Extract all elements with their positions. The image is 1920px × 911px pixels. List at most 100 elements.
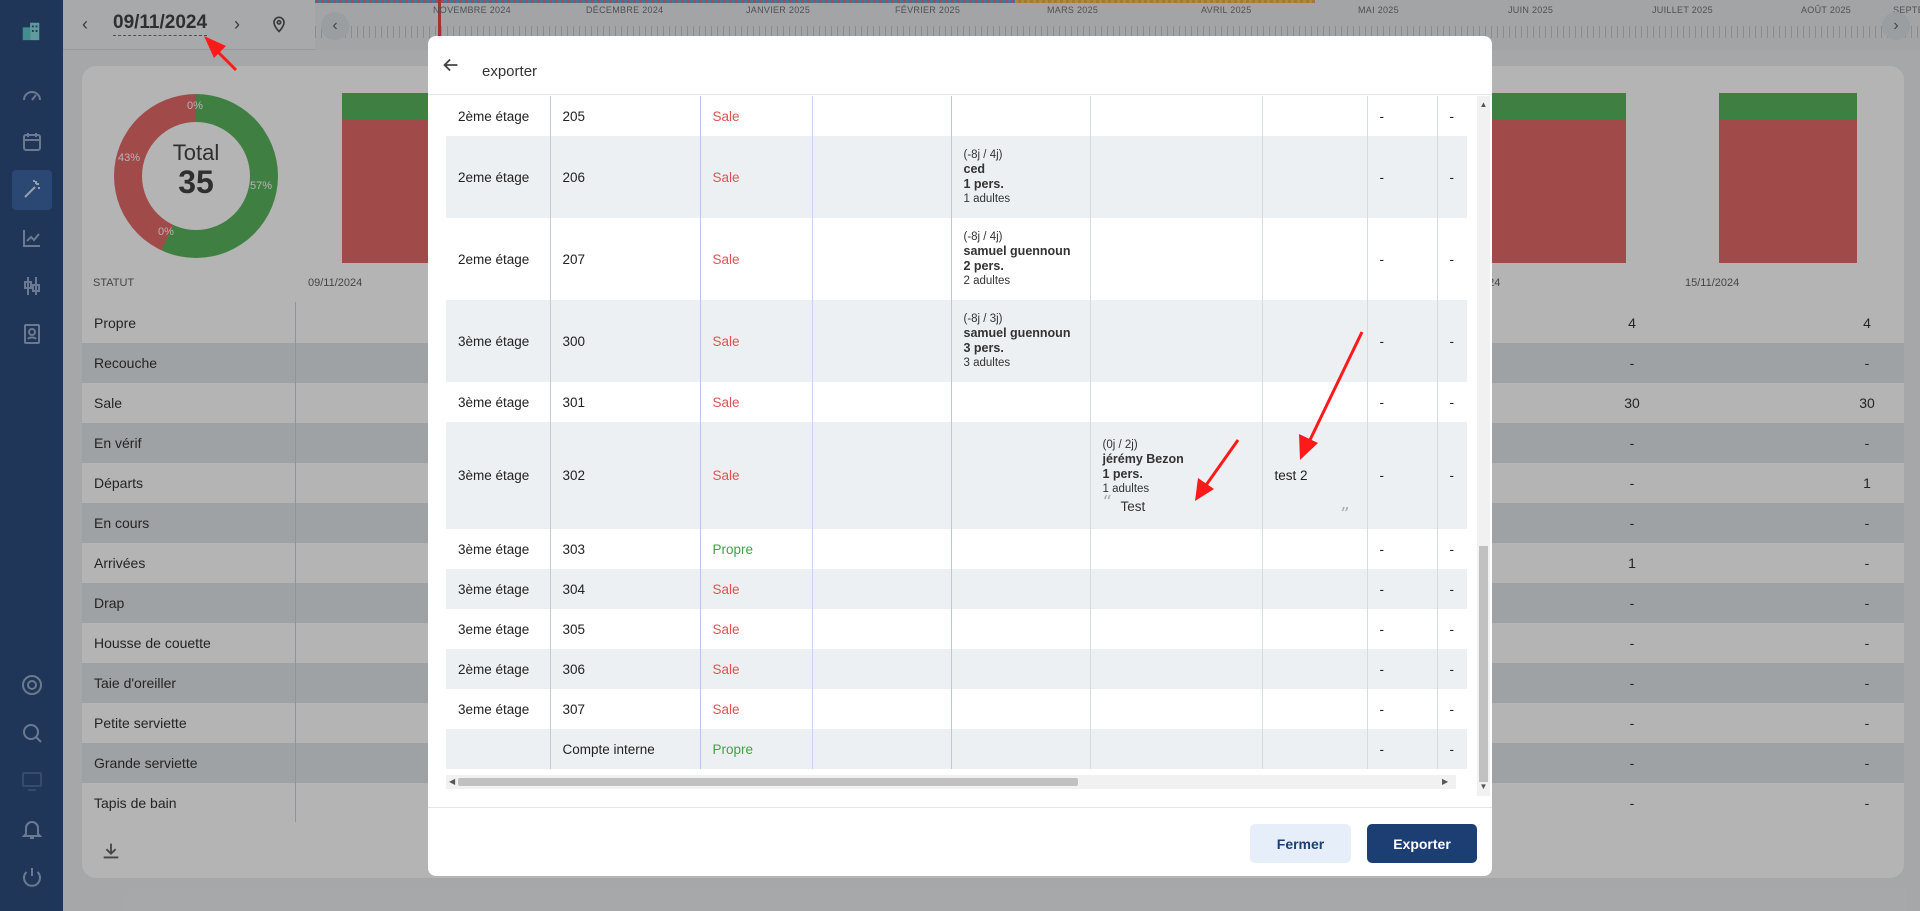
comment-text: Test	[1120, 498, 1146, 514]
reservation-cell	[951, 96, 1091, 136]
note-cell	[1262, 569, 1368, 609]
reservation-cell: (-8j / 3j) samuel guennoun 3 pers. 3 adulte…	[951, 300, 1091, 382]
vertical-scrollbar[interactable]: ▲ ▼	[1477, 96, 1490, 796]
room-cell: Compte interne	[550, 729, 701, 769]
modal-footer: Fermer Exporter	[428, 807, 1492, 876]
empty-cell	[812, 422, 952, 529]
value-cell: -	[1367, 729, 1438, 769]
horizontal-scrollbar[interactable]: ◀ ▶	[446, 775, 1456, 789]
export-table-container[interactable]: 2ème étage 205 Sale - -2eme étage 206 Sale (-8j…	[446, 96, 1476, 796]
arrival-reservation-cell	[1090, 529, 1263, 569]
arrival-reservation-cell	[1090, 136, 1263, 218]
status-cell: Sale	[700, 136, 813, 218]
status-cell: Propre	[700, 729, 813, 769]
adult-count: 1 adultes	[963, 193, 1011, 205]
export-table-row: 3ème étage 302 Sale (0j / 2j) jérémy Bezon 1 …	[446, 422, 1467, 529]
empty-cell	[812, 218, 952, 300]
room-cell: 305	[550, 609, 701, 649]
guest-name: jérémy Bezon	[1102, 451, 1184, 466]
export-modal: exporter 2ème étage 205 Sale - -2eme étage 20…	[428, 36, 1492, 876]
value-cell: -	[1367, 218, 1438, 300]
quote-open-icon: “	[1102, 491, 1112, 513]
export-table-row: 3ème étage 303 Propre - -	[446, 529, 1467, 569]
note-cell	[1262, 689, 1368, 729]
arrival-reservation-cell	[1090, 96, 1263, 136]
reservation-cell	[951, 529, 1091, 569]
empty-cell	[812, 96, 952, 136]
export-table-row: 3eme étage 305 Sale - -	[446, 609, 1467, 649]
export-table-row: Compte interne Propre - -	[446, 729, 1467, 769]
status-cell: Sale	[700, 649, 813, 689]
reservation-cell	[951, 569, 1091, 609]
room-cell: 301	[550, 382, 701, 422]
value-cell: -	[1449, 251, 1455, 267]
floor-cell: 2ème étage	[446, 96, 551, 136]
export-table-row: 2ème étage 205 Sale - -	[446, 96, 1467, 136]
reservation-cell	[951, 729, 1091, 769]
guest-name: samuel guennoun	[963, 244, 1071, 258]
note-cell	[1262, 136, 1368, 218]
empty-cell	[812, 382, 952, 422]
floor-cell: 3eme étage	[446, 689, 551, 729]
status-cell: Sale	[700, 96, 813, 136]
empty-cell	[812, 649, 952, 689]
arrival-reservation-cell	[1090, 382, 1263, 422]
status-cell: Sale	[700, 422, 813, 529]
floor-cell	[446, 729, 551, 769]
floor-cell: 3ème étage	[446, 382, 551, 422]
reservation-cell: (-8j / 4j) ced 1 pers. 1 adultes	[951, 136, 1091, 218]
value-cell: -	[1367, 529, 1438, 569]
floor-cell: 2ème étage	[446, 649, 551, 689]
reservation-cell	[951, 422, 1091, 529]
export-button[interactable]: Exporter	[1367, 824, 1477, 863]
room-cell: 300	[550, 300, 701, 382]
note-cell	[1262, 529, 1368, 569]
reservation-range: (-8j / 4j)	[963, 231, 1003, 243]
quote-close-icon: ”	[1340, 503, 1350, 525]
value-cell: -	[1367, 382, 1438, 422]
floor-cell: 3ème étage	[446, 529, 551, 569]
close-button[interactable]: Fermer	[1250, 824, 1351, 863]
floor-cell: 3ème étage	[446, 422, 551, 529]
value-cell: -	[1367, 569, 1438, 609]
empty-cell	[812, 136, 952, 218]
modal-title: exporter	[482, 63, 538, 80]
empty-cell	[812, 529, 952, 569]
reservation-info: (0j / 2j) jérémy Bezon 1 pers. 1 adultes “ Te…	[1102, 438, 1350, 524]
status-cell: Sale	[700, 300, 813, 382]
reservation-range: (0j / 2j)	[1102, 438, 1138, 451]
empty-cell	[812, 569, 952, 609]
status-cell: Propre	[700, 529, 813, 569]
note-cell	[1262, 382, 1368, 422]
empty-cell	[812, 609, 952, 649]
export-table-row: 2ème étage 306 Sale - -	[446, 649, 1467, 689]
adult-count: 3 adultes	[963, 357, 1011, 369]
floor-cell: 3ème étage	[446, 300, 551, 382]
value-cell: -	[1449, 108, 1455, 124]
status-cell: Sale	[700, 609, 813, 649]
guest-count: 1 pers.	[963, 177, 1004, 191]
horizontal-scroll-thumb[interactable]	[458, 778, 1078, 786]
back-arrow-icon[interactable]	[440, 54, 462, 76]
value-cell: -	[1437, 729, 1467, 769]
reservation-info: (-8j / 4j) ced 1 pers. 1 adultes	[964, 148, 1078, 206]
value-cell: -	[1449, 621, 1455, 637]
reservation-cell	[951, 689, 1091, 729]
arrival-reservation-cell	[1090, 609, 1263, 649]
reservation-cell	[951, 382, 1091, 422]
vertical-scroll-thumb[interactable]	[1479, 546, 1488, 782]
room-cell: 206	[550, 136, 701, 218]
status-cell: Sale	[700, 218, 813, 300]
arrival-reservation-cell	[1090, 689, 1263, 729]
reservation-info: (-8j / 4j) samuel guennoun 2 pers. 2 adulte…	[964, 230, 1078, 288]
arrival-reservation-cell	[1090, 729, 1263, 769]
arrival-reservation-cell	[1090, 300, 1263, 382]
note-cell	[1262, 96, 1368, 136]
floor-cell: 2eme étage	[446, 136, 551, 218]
arrival-reservation-cell: (0j / 2j) jérémy Bezon 1 pers. 1 adultes “ Te…	[1090, 422, 1350, 529]
reservation-info: (-8j / 3j) samuel guennoun 3 pers. 3 adulte…	[964, 312, 1078, 370]
room-cell: 302	[550, 422, 701, 529]
value-cell: -	[1437, 569, 1467, 609]
adult-count: 2 adultes	[963, 275, 1011, 287]
status-cell: Sale	[700, 382, 813, 422]
